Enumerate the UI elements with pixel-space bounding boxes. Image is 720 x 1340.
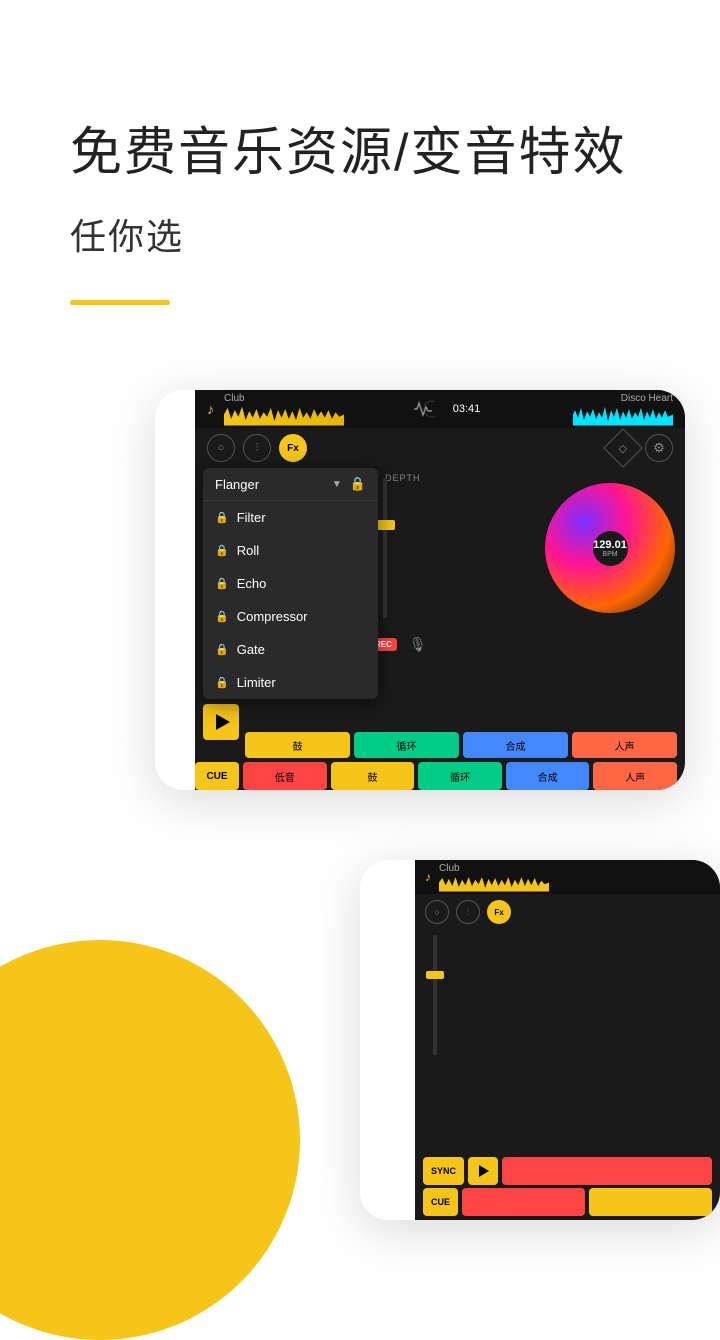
small-cue-row: CUE bbox=[415, 1188, 720, 1216]
small-play-button[interactable] bbox=[468, 1157, 498, 1185]
small-track-info: Club bbox=[439, 863, 549, 892]
track-name-left: Club bbox=[224, 393, 405, 404]
hero-section: 免费音乐资源/变音特效 任你选 bbox=[0, 0, 720, 305]
pad-vocal-1[interactable]: 人声 bbox=[572, 732, 677, 758]
bpm-value: 129.01 bbox=[593, 539, 627, 551]
sync-button[interactable]: SYNC bbox=[423, 1157, 464, 1185]
pad-loop-1[interactable]: 循环 bbox=[354, 732, 459, 758]
track-name-right: Disco Heart bbox=[492, 393, 673, 404]
dj-top-bar: ♪ Club 03:41 Disco Heart bbox=[195, 390, 685, 428]
small-fx-btn[interactable]: Fx bbox=[487, 900, 511, 924]
lock-icon[interactable]: 🔒 bbox=[350, 476, 366, 492]
small-extra-pad[interactable] bbox=[502, 1157, 712, 1185]
pad-bass[interactable]: 低音 bbox=[243, 762, 327, 790]
fx-option-label-roll: Roll bbox=[237, 543, 259, 558]
dj-main-content: Flanger ▼ 🔒 🔒 Filter 🔒 Roll 🔒 Echo bbox=[195, 468, 685, 688]
fx-button[interactable]: Fx bbox=[279, 434, 307, 462]
fx-option-filter[interactable]: 🔒 Filter bbox=[203, 501, 378, 534]
small-eq-btn[interactable]: ⫶ bbox=[456, 900, 480, 924]
turntable-center: 129.01 BPM bbox=[593, 531, 628, 566]
fx-option-compressor[interactable]: 🔒 Compressor bbox=[203, 600, 378, 633]
main-device-mockup: ♪ Club 03:41 Disco Heart ○ ⫶ Fx bbox=[155, 390, 685, 790]
yellow-circle-decoration bbox=[0, 940, 300, 1340]
fx-option-label-filter: Filter bbox=[237, 510, 266, 525]
small-play-triangle-icon bbox=[479, 1165, 489, 1177]
small-waveform-btn[interactable]: ○ bbox=[425, 900, 449, 924]
dj-interface-main: ♪ Club 03:41 Disco Heart ○ ⫶ Fx bbox=[195, 390, 685, 790]
option-lock-icon-gate: 🔒 bbox=[215, 643, 229, 656]
small-cue-extra-1[interactable] bbox=[462, 1188, 585, 1216]
yellow-divider bbox=[70, 300, 170, 305]
option-lock-icon-limiter: 🔒 bbox=[215, 676, 229, 689]
small-bottom-area: SYNC CUE bbox=[415, 1157, 720, 1220]
fader-handle[interactable] bbox=[375, 520, 395, 530]
fader-track bbox=[383, 478, 387, 618]
fx-selected-label: Flanger bbox=[215, 477, 332, 492]
small-music-icon: ♪ bbox=[425, 870, 431, 884]
waveform-right bbox=[573, 404, 673, 426]
diamond-button[interactable]: ◇ bbox=[603, 428, 643, 468]
turntable-disc: 129.01 BPM bbox=[545, 483, 675, 613]
pad-loop-2[interactable]: 循环 bbox=[418, 762, 502, 790]
fx-option-label-gate: Gate bbox=[237, 642, 265, 657]
small-fader-track bbox=[433, 935, 437, 1055]
turntable[interactable]: 129.01 BPM bbox=[545, 483, 675, 613]
settings-button[interactable]: ⚙ bbox=[645, 434, 673, 462]
play-triangle-icon bbox=[216, 714, 230, 730]
option-lock-icon-roll: 🔒 bbox=[215, 544, 229, 557]
pad-row-1: 鼓 循环 合成 人声 bbox=[245, 732, 677, 758]
fx-dropdown-header: Flanger ▼ 🔒 bbox=[203, 468, 378, 501]
cue-button[interactable]: CUE bbox=[195, 762, 239, 790]
waveform-left bbox=[224, 404, 344, 426]
track-left: Club bbox=[224, 393, 405, 426]
dj-controls-row: ○ ⫶ Fx ◇ ⚙ bbox=[195, 428, 685, 468]
fx-option-label-compressor: Compressor bbox=[237, 609, 308, 624]
rec-mic-row: REC 🎙 bbox=[370, 636, 427, 653]
pad-vocal-2[interactable]: 人声 bbox=[593, 762, 677, 790]
small-waveform bbox=[439, 874, 549, 892]
fx-option-label-echo: Echo bbox=[237, 576, 267, 591]
play-button[interactable] bbox=[203, 704, 239, 740]
dropdown-arrow-icon[interactable]: ▼ bbox=[332, 479, 342, 490]
small-cue-extra-2[interactable] bbox=[589, 1188, 712, 1216]
option-lock-icon: 🔒 bbox=[215, 511, 229, 524]
small-cue-button[interactable]: CUE bbox=[423, 1188, 458, 1216]
bottom-pad-row: CUE 低音 鼓 循环 合成 人声 bbox=[195, 762, 677, 790]
fx-option-roll[interactable]: 🔒 Roll bbox=[203, 534, 378, 567]
fx-dropdown-panel[interactable]: Flanger ▼ 🔒 🔒 Filter 🔒 Roll 🔒 Echo bbox=[203, 468, 378, 699]
heartbeat-icon[interactable] bbox=[405, 391, 441, 427]
pad-drum-1[interactable]: 鼓 bbox=[245, 732, 350, 758]
small-top-bar: ♪ Club bbox=[415, 860, 720, 894]
option-lock-icon-compressor: 🔒 bbox=[215, 610, 229, 623]
equalizer-button[interactable]: ⫶ bbox=[243, 434, 271, 462]
small-fader-handle[interactable] bbox=[426, 971, 444, 979]
fx-option-label-limiter: Limiter bbox=[237, 675, 276, 690]
fx-option-echo[interactable]: 🔒 Echo bbox=[203, 567, 378, 600]
microphone-icon[interactable]: 🎙 bbox=[409, 636, 427, 653]
small-controls-row: ○ ⫶ Fx bbox=[415, 894, 720, 930]
dj-interface-small: ♪ Club ○ ⫶ Fx SYNC CU bbox=[415, 860, 720, 1220]
fx-option-gate[interactable]: 🔒 Gate bbox=[203, 633, 378, 666]
option-lock-icon-echo: 🔒 bbox=[215, 577, 229, 590]
track-right: Disco Heart bbox=[492, 393, 673, 426]
pad-synth-2[interactable]: 合成 bbox=[506, 762, 590, 790]
hero-subtitle: 任你选 bbox=[70, 208, 650, 260]
track-time: 03:41 bbox=[453, 403, 481, 415]
small-device-mockup: ♪ Club ○ ⫶ Fx SYNC CU bbox=[360, 860, 720, 1220]
bpm-label: BPM bbox=[602, 551, 617, 558]
small-track-name: Club bbox=[439, 863, 549, 874]
fx-option-limiter[interactable]: 🔒 Limiter bbox=[203, 666, 378, 699]
hero-title: 免费音乐资源/变音特效 bbox=[70, 120, 650, 188]
pad-drum-2[interactable]: 鼓 bbox=[331, 762, 415, 790]
pad-synth-1[interactable]: 合成 bbox=[463, 732, 568, 758]
music-note-icon: ♪ bbox=[207, 401, 214, 417]
small-sync-row: SYNC bbox=[415, 1157, 720, 1185]
waveform-view-button[interactable]: ○ bbox=[207, 434, 235, 462]
